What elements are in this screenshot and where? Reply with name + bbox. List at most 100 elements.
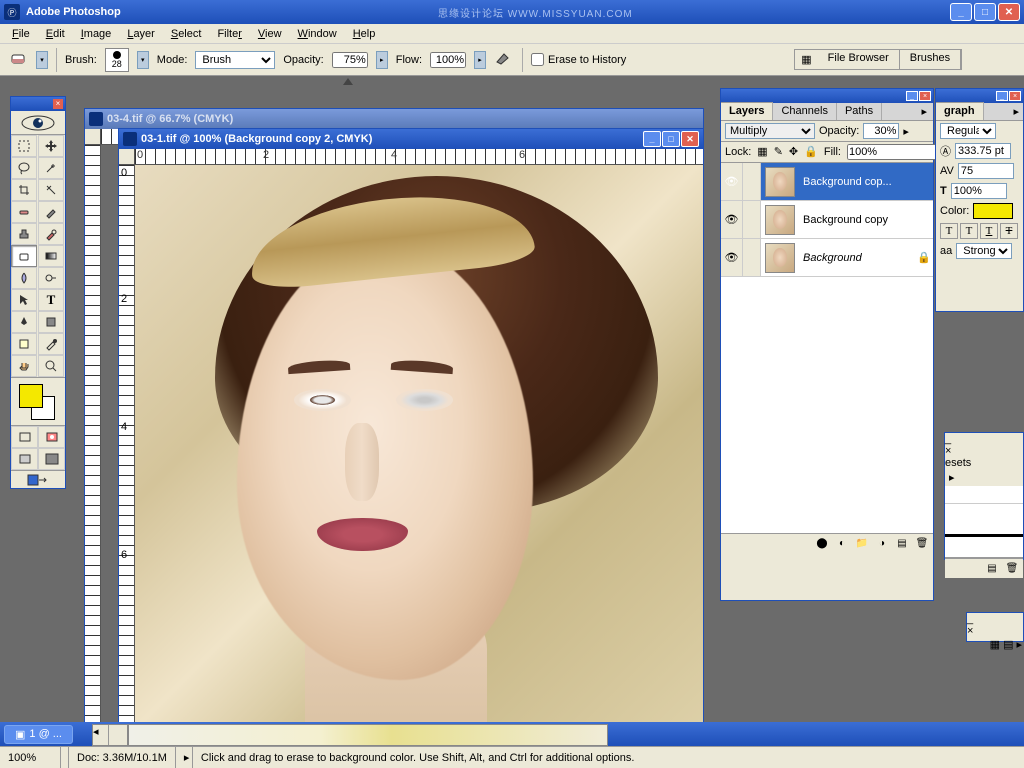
lock-all-icon[interactable]: 🔒 [804,145,818,159]
history-brush-tool[interactable] [38,223,64,245]
link-cell[interactable] [743,239,761,276]
panel-menu-icon[interactable]: ▸ [945,469,1023,486]
link-cell[interactable] [743,201,761,238]
file-browser-tab[interactable]: File Browser [818,50,900,69]
layer-opacity-input[interactable] [863,123,899,139]
delete-preset-icon[interactable]: 🗑 [1005,562,1019,576]
screenmode-full[interactable] [38,448,65,470]
menu-window[interactable]: Window [290,26,345,42]
lasso-tool[interactable] [11,157,37,179]
notes-tool[interactable] [11,333,37,355]
layer-row[interactable]: 👁 Background 🔒 [721,239,933,277]
quickmask-off[interactable] [11,426,38,448]
marquee-tool[interactable] [11,135,37,157]
layer-style-icon[interactable]: ⬤ [815,537,829,551]
superscript-button[interactable]: T [940,223,958,239]
menu-select[interactable]: Select [163,26,210,42]
opacity-slider-toggle[interactable]: ▸ [376,51,388,69]
visibility-icon[interactable]: 👁 [721,239,743,276]
doc-info[interactable]: Doc: 3.36M/10.1M [69,747,176,768]
subscript-button[interactable]: T [960,223,978,239]
quickmask-on[interactable] [38,426,65,448]
jump-to-imageready[interactable] [11,470,65,488]
healing-tool[interactable] [11,201,37,223]
collapsed-minimize[interactable]: _ [967,613,1023,625]
close-button[interactable]: ✕ [998,3,1020,21]
doc-info-menu[interactable]: ▸ [176,747,193,768]
type-tool[interactable]: T [38,289,64,311]
zoom-input[interactable] [8,752,52,764]
foreground-color[interactable] [19,384,43,408]
presets-close[interactable]: × [945,445,1023,457]
toolbox-close[interactable]: × [53,99,63,109]
pen-tool[interactable] [11,311,37,333]
crop-tool[interactable] [11,179,37,201]
wand-tool[interactable] [38,157,64,179]
flow-input[interactable] [430,52,466,68]
tracking-input[interactable] [958,163,1014,179]
maximize-button[interactable]: □ [974,3,996,21]
lock-position-icon[interactable]: ✥ [789,145,798,159]
layer-thumbnail[interactable] [765,243,795,273]
strikethrough-button[interactable]: T [1000,223,1018,239]
layer-name[interactable]: Background copy [799,214,933,226]
taskbar-item[interactable]: ▣ 1 @ ... [4,725,73,744]
presets-minimize[interactable]: _ [945,433,1023,445]
canvas[interactable] [135,165,703,725]
mode-select[interactable]: Brush [195,51,275,69]
screenmode-standard[interactable] [11,448,38,470]
brushes-tab[interactable]: Brushes [900,50,961,69]
path-select-tool[interactable] [11,289,37,311]
palette-well-toggle-icon[interactable]: ▦ [795,50,817,69]
layer-opacity-slider[interactable]: ▸ [903,125,909,138]
doc1-ruler-h[interactable]: 0 2 4 6 [135,149,703,165]
shape-tool[interactable] [38,311,64,333]
move-tool[interactable] [38,135,64,157]
brush-dropdown[interactable]: ▾ [137,51,149,69]
lock-image-icon[interactable]: ✎ [774,145,783,159]
doc1-close[interactable]: ✕ [681,131,699,147]
eraser-tool[interactable] [11,245,37,267]
new-layer-icon[interactable]: ▤ [895,537,909,551]
char-panel-minimize[interactable]: _ [996,91,1008,101]
presets-tab[interactable]: esets [945,457,1023,469]
doc1-maximize[interactable]: □ [662,131,680,147]
layers-tab[interactable]: Layers [721,102,773,120]
collapsed-icon-1[interactable]: ▦ [990,638,1000,651]
dodge-tool[interactable] [38,267,64,289]
stamp-tool[interactable] [11,223,37,245]
char-panel-close[interactable]: × [1009,91,1021,101]
channels-tab[interactable]: Channels [773,103,836,120]
zoom-tool[interactable] [38,355,64,377]
underline-button[interactable]: T [980,223,998,239]
layer-thumbnail[interactable] [765,167,795,197]
tool-preset-dropdown[interactable]: ▾ [36,51,48,69]
antialias-select[interactable]: Strong [956,243,1012,259]
layer-name[interactable]: Background [799,252,917,264]
panel-menu-icon[interactable]: ▸ [915,103,933,120]
menu-view[interactable]: View [250,26,290,42]
font-style-select[interactable]: Regular [940,123,996,139]
visibility-icon[interactable]: 👁 [721,201,743,238]
flow-slider-toggle[interactable]: ▸ [474,51,486,69]
collapsed-icon-2[interactable]: ▤ [1003,638,1013,651]
menu-image[interactable]: Image [73,26,120,42]
erase-history-checkbox[interactable]: Erase to History [531,53,626,66]
layers-panel-close[interactable]: × [919,91,931,101]
new-preset-icon[interactable]: ▤ [985,562,999,576]
doc1-ruler-v[interactable]: 0 2 4 6 [119,165,135,725]
slice-tool[interactable] [38,179,64,201]
lock-transparency-icon[interactable]: ▦ [757,145,767,159]
minimize-button[interactable]: _ [950,3,972,21]
menu-filter[interactable]: Filter [209,26,249,42]
status-grip[interactable] [61,747,69,768]
opacity-input[interactable] [332,52,368,68]
paths-tab[interactable]: Paths [837,103,882,120]
layer-mask-icon[interactable]: ◐ [835,537,849,551]
gradient-tool[interactable] [38,245,64,267]
layer-name[interactable]: Background cop... [799,176,933,188]
menu-edit[interactable]: Edit [38,26,73,42]
hand-tool[interactable] [11,355,37,377]
paragraph-tab[interactable]: graph [936,102,984,120]
panel-menu-icon[interactable]: ▸ [1009,103,1023,120]
